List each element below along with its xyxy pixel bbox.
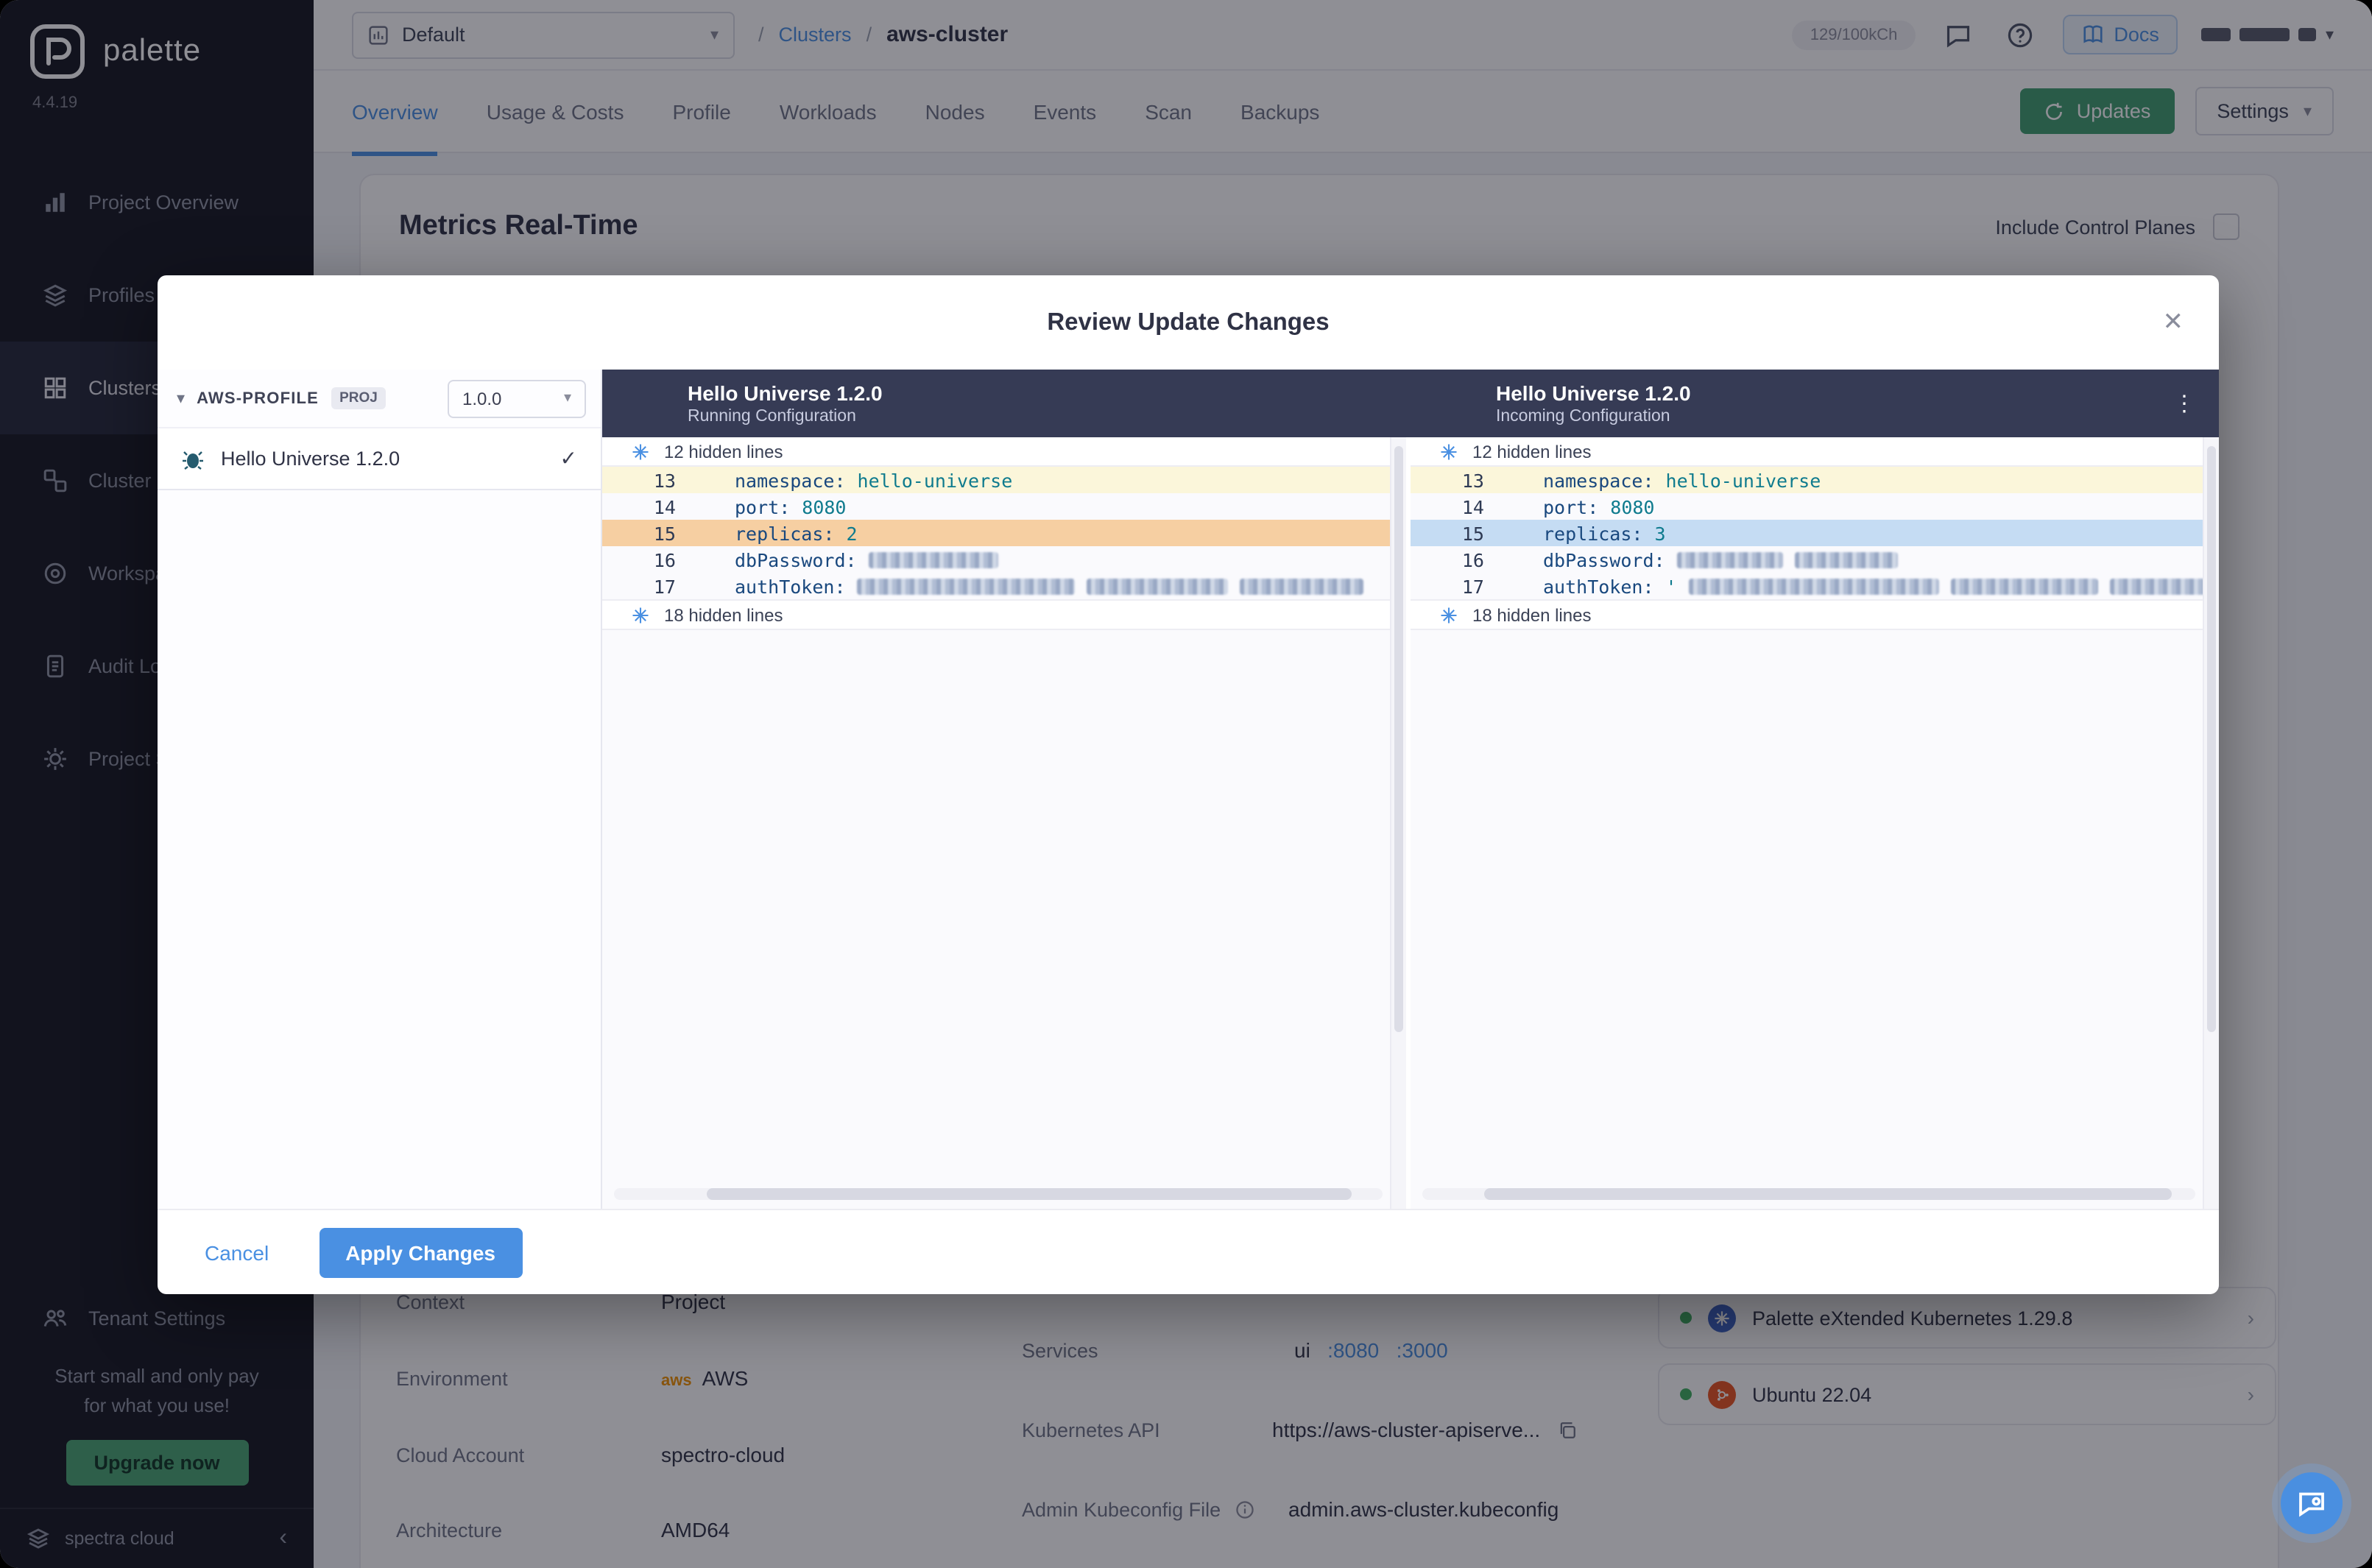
chevron-down-icon: ▾ xyxy=(563,390,571,406)
vertical-scrollbar[interactable] xyxy=(2203,437,2219,1209)
redacted-secret xyxy=(2109,578,2213,594)
hidden-lines-expander-bottom[interactable]: 18 hidden lines xyxy=(602,599,1406,630)
chevron-down-icon[interactable]: ▾ xyxy=(177,389,185,408)
snowflake-icon xyxy=(1441,607,1457,623)
redacted-secret xyxy=(1087,578,1229,594)
incoming-config-title: Hello Universe 1.2.0 xyxy=(1496,381,1691,405)
diff-line: 17 authToken: ' xyxy=(1411,573,2219,599)
close-icon[interactable]: ✕ xyxy=(2163,308,2184,337)
running-config-subtitle: Running Configuration xyxy=(688,408,856,425)
redacted-secret xyxy=(868,551,998,568)
diff-panes: 12 hidden lines 13 namespace: hello-unive… xyxy=(602,437,2219,1209)
redacted-secret xyxy=(1240,578,1364,594)
kebab-menu-icon[interactable]: ⋮ xyxy=(2173,390,2195,417)
hidden-lines-expander-top[interactable]: 12 hidden lines xyxy=(1411,437,2219,467)
running-config-pane: 12 hidden lines 13 namespace: hello-unive… xyxy=(602,437,1406,1209)
diff-line: 16 dbPassword: xyxy=(1411,546,2219,573)
diff-line: 16 dbPassword: xyxy=(602,546,1406,573)
diff-line: 13 namespace: hello-universe xyxy=(1411,467,2219,493)
diff-line-changed: 15 replicas: 2 xyxy=(602,520,1406,546)
hidden-lines-label: 12 hidden lines xyxy=(1472,441,1592,462)
diff-line: 13 namespace: hello-universe xyxy=(602,467,1406,493)
profile-row: ▾ AWS-PROFILE PROJ 1.0.0 ▾ xyxy=(158,370,601,427)
redacted-secret xyxy=(1688,578,1939,594)
app-window: palette 4.4.19 Project Overview Profiles… xyxy=(0,0,2372,1568)
diff-viewer: Hello Universe 1.2.0 Running Configurati… xyxy=(602,370,2219,1209)
diff-line: 17 authToken: xyxy=(602,573,1406,599)
apply-changes-button[interactable]: Apply Changes xyxy=(319,1227,522,1277)
profile-scope-badge: PROJ xyxy=(331,387,386,409)
pack-label: Hello Universe 1.2.0 xyxy=(221,448,400,470)
running-config-title: Hello Universe 1.2.0 xyxy=(688,381,883,405)
support-chat-button[interactable] xyxy=(2281,1472,2343,1534)
diff-line: 14 port: 8080 xyxy=(1461,495,1655,518)
redacted-secret xyxy=(857,578,1076,594)
profile-name: AWS-PROFILE xyxy=(197,389,320,407)
redacted-secret xyxy=(1676,551,1783,568)
vertical-scrollbar[interactable] xyxy=(1390,437,1406,1209)
modal-body: ▾ AWS-PROFILE PROJ 1.0.0 ▾ Hello Univers… xyxy=(158,370,2219,1209)
pack-icon xyxy=(183,451,203,469)
diff-header: Hello Universe 1.2.0 Running Configurati… xyxy=(602,370,2219,437)
snowflake-icon xyxy=(632,443,649,459)
diff-line: 14 port: 8080 xyxy=(653,495,847,518)
hidden-lines-label: 18 hidden lines xyxy=(664,604,783,625)
hidden-lines-expander-top[interactable]: 12 hidden lines xyxy=(602,437,1406,467)
hidden-lines-expander-bottom[interactable]: 18 hidden lines xyxy=(1411,599,2219,630)
incoming-config-header: Hello Universe 1.2.0 Incoming Configurat… xyxy=(1411,370,2219,437)
running-config-header: Hello Universe 1.2.0 Running Configurati… xyxy=(602,370,1411,437)
redacted-secret xyxy=(1950,578,2098,594)
incoming-config-subtitle: Incoming Configuration xyxy=(1496,408,1670,425)
horizontal-scrollbar[interactable] xyxy=(1422,1188,2195,1200)
profile-version-value: 1.0.0 xyxy=(462,388,502,409)
cancel-button[interactable]: Cancel xyxy=(196,1239,278,1265)
hidden-lines-label: 18 hidden lines xyxy=(1472,604,1592,625)
snowflake-icon xyxy=(1441,443,1457,459)
profiles-panel: ▾ AWS-PROFILE PROJ 1.0.0 ▾ Hello Univers… xyxy=(158,370,602,1209)
incoming-config-pane: 12 hidden lines 13 namespace: hello-unive… xyxy=(1411,437,2219,1209)
modal-footer: Cancel Apply Changes xyxy=(158,1209,2219,1294)
profile-version-select[interactable]: 1.0.0 ▾ xyxy=(448,379,586,417)
modal-title: Review Update Changes xyxy=(1047,308,1330,335)
horizontal-scrollbar[interactable] xyxy=(614,1188,1383,1200)
snowflake-icon xyxy=(632,607,649,623)
redacted-secret xyxy=(1794,551,1898,568)
chat-bubble-icon xyxy=(2299,1492,2324,1517)
review-update-changes-modal: Review Update Changes ✕ ▾ AWS-PROFILE PR… xyxy=(158,275,2219,1294)
diff-line-changed: 15 replicas: 3 xyxy=(1411,520,2219,546)
hidden-lines-label: 12 hidden lines xyxy=(664,441,783,462)
modal-header: Review Update Changes ✕ xyxy=(158,275,2219,370)
check-icon: ✓ xyxy=(560,446,577,470)
pack-item-hello-universe[interactable]: Hello Universe 1.2.0 ✓ xyxy=(158,427,601,490)
